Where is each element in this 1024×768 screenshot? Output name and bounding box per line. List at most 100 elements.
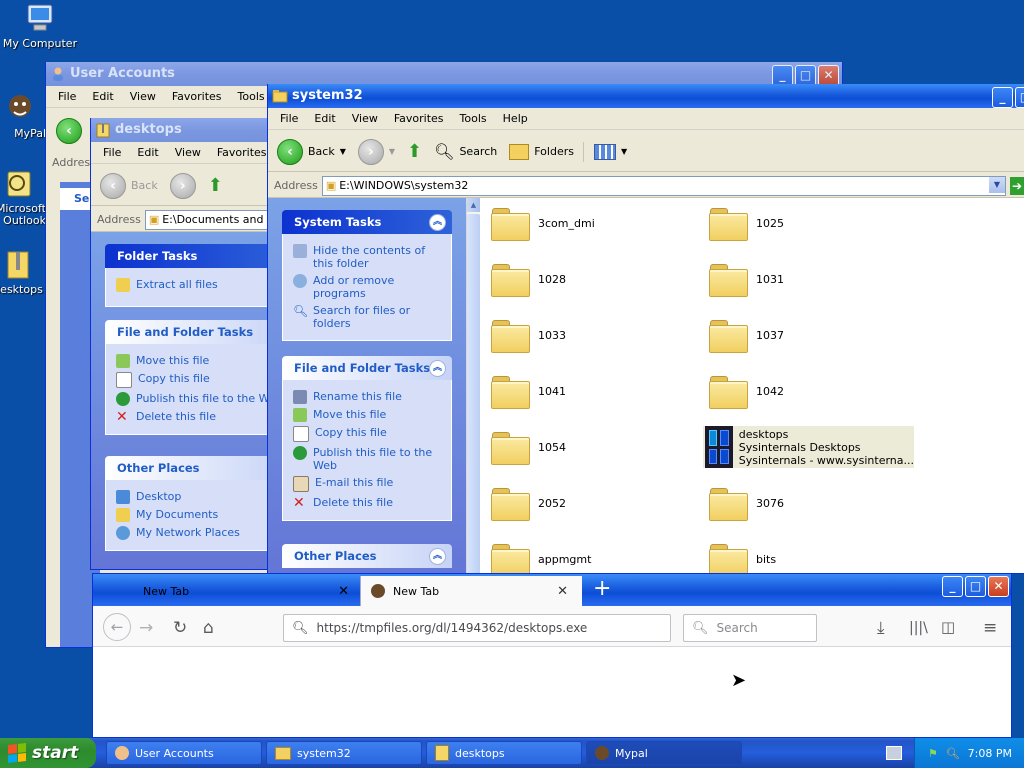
close-tab-icon[interactable]: ✕ bbox=[557, 584, 568, 599]
taskbar-item-desktops[interactable]: desktops bbox=[426, 741, 582, 765]
sidebar-icon[interactable]: ◫ bbox=[941, 618, 955, 636]
collapse-chevron-icon[interactable]: ︽ bbox=[429, 214, 446, 231]
extract-all-link[interactable]: Extract all files bbox=[116, 278, 280, 292]
minimize-button[interactable]: _ bbox=[992, 87, 1013, 108]
menu-edit[interactable]: Edit bbox=[84, 90, 121, 103]
minimize-button[interactable]: _ bbox=[772, 65, 793, 86]
list-item[interactable]: appmgmt bbox=[490, 542, 591, 573]
other-places-header[interactable]: Other Places bbox=[105, 456, 289, 480]
delete-file-link[interactable]: ✕ Delete this file bbox=[293, 496, 441, 510]
search-button[interactable]: 🔍︎ Search bbox=[431, 140, 500, 163]
move-file-link[interactable]: Move this file bbox=[293, 408, 441, 422]
up-folder-button[interactable]: ⬆ bbox=[404, 139, 425, 164]
list-item[interactable]: 3076 bbox=[708, 486, 784, 521]
up-folder-button[interactable]: ⬆ bbox=[205, 173, 226, 198]
collapse-chevron-icon[interactable]: ︽ bbox=[429, 548, 446, 565]
views-button[interactable]: ▼ bbox=[582, 141, 630, 162]
menu-file[interactable]: File bbox=[95, 146, 129, 159]
desktop-icon-desktops[interactable]: desktops bbox=[0, 248, 44, 296]
system-tasks-header[interactable]: System Tasks ︽ bbox=[282, 210, 452, 234]
url-bar[interactable]: 🔍︎ https://tmpfiles.org/dl/1494362/deskt… bbox=[283, 614, 671, 642]
user-accounts-titlebar[interactable]: User Accounts _ □ ✕ bbox=[46, 62, 842, 86]
file-tasks-header[interactable]: File and Folder Tasks bbox=[105, 320, 289, 344]
copy-file-link[interactable]: Copy this file bbox=[116, 372, 280, 388]
taskbar-item-user-accounts[interactable]: User Accounts bbox=[106, 741, 262, 765]
maximize-button[interactable]: □ bbox=[965, 576, 986, 597]
library-icon[interactable]: |||\ bbox=[909, 620, 928, 636]
publish-web-link[interactable]: Publish this file to the Web bbox=[293, 446, 441, 472]
tab-new-tab-1[interactable]: New Tab ✕ bbox=[103, 576, 359, 606]
search-files-link[interactable]: 🔍︎ Search for files or folders bbox=[293, 304, 441, 330]
search-tray-icon[interactable]: 🔍︎ bbox=[946, 747, 960, 760]
menu-favorites[interactable]: Favorites bbox=[209, 146, 275, 159]
menu-view[interactable]: View bbox=[122, 90, 164, 103]
menu-edit[interactable]: Edit bbox=[306, 112, 343, 125]
hide-contents-link[interactable]: Hide the contents of this folder bbox=[293, 244, 441, 270]
menu-tools[interactable]: Tools bbox=[452, 112, 495, 125]
minimize-button[interactable]: _ bbox=[942, 576, 963, 597]
back-arrow-icon[interactable]: ← bbox=[103, 613, 131, 641]
back-button[interactable]: ‹ Back bbox=[97, 171, 161, 201]
back-button[interactable]: ‹ bbox=[56, 118, 82, 144]
close-tab-icon[interactable]: ✕ bbox=[338, 584, 349, 599]
network-places-link[interactable]: My Network Places bbox=[116, 526, 280, 540]
close-button[interactable]: ✕ bbox=[988, 576, 1009, 597]
scroll-thumb[interactable] bbox=[467, 214, 480, 573]
back-button[interactable]: ‹ Back ▼ bbox=[274, 137, 349, 167]
move-file-link[interactable]: Move this file bbox=[116, 354, 280, 368]
taskbar-item-system32[interactable]: system32 bbox=[266, 741, 422, 765]
desktops-titlebar[interactable]: desktops bbox=[91, 118, 289, 142]
my-documents-link[interactable]: My Documents bbox=[116, 508, 280, 522]
task-pane-scrollbar[interactable]: ▲ bbox=[466, 198, 481, 573]
forward-button[interactable]: › bbox=[167, 171, 199, 201]
list-item[interactable]: 2052 bbox=[490, 486, 566, 521]
list-item[interactable]: 1037 bbox=[708, 318, 784, 353]
list-item[interactable]: 3com_dmi bbox=[490, 206, 595, 241]
keyboard-icon[interactable] bbox=[886, 746, 902, 760]
menu-view[interactable]: View bbox=[167, 146, 209, 159]
collapse-chevron-icon[interactable]: ︽ bbox=[429, 360, 446, 377]
list-item[interactable]: 1042 bbox=[708, 374, 784, 409]
folder-tasks-header[interactable]: Folder Tasks bbox=[105, 244, 289, 268]
home-icon[interactable]: ⌂ bbox=[203, 618, 214, 638]
list-item[interactable]: bits bbox=[708, 542, 776, 573]
menu-hamburger-icon[interactable]: ≡ bbox=[983, 618, 997, 638]
tab-new-tab-2[interactable]: New Tab ✕ bbox=[360, 576, 582, 606]
menu-file[interactable]: File bbox=[50, 90, 84, 103]
address-dropdown[interactable]: ▼ bbox=[989, 176, 1005, 193]
clock[interactable]: 7:08 PM bbox=[968, 747, 1012, 760]
list-item[interactable]: 1054 bbox=[490, 430, 566, 465]
new-tab-plus-icon[interactable]: + bbox=[593, 576, 611, 601]
other-places-header[interactable]: Other Places ︽ bbox=[282, 544, 452, 568]
maximize-button[interactable]: □ bbox=[795, 65, 816, 86]
desktop-icon-my-computer[interactable]: My Computer bbox=[0, 2, 80, 50]
desktop-icon-outlook[interactable]: Microsoft Outlook bbox=[0, 168, 46, 227]
list-item-selected[interactable]: desktops Sysinternals Desktops Sysintern… bbox=[703, 426, 914, 468]
download-icon[interactable]: ⤓ bbox=[877, 618, 885, 638]
menu-edit[interactable]: Edit bbox=[129, 146, 166, 159]
desktop-link[interactable]: Desktop bbox=[116, 490, 280, 504]
list-item[interactable]: 1031 bbox=[708, 262, 784, 297]
forward-button[interactable]: › ▼ bbox=[355, 137, 398, 167]
search-input[interactable]: 🔍︎ Search bbox=[683, 614, 817, 642]
menu-help[interactable]: Help bbox=[495, 112, 536, 125]
list-item[interactable]: 1033 bbox=[490, 318, 566, 353]
email-file-link[interactable]: E-mail this file bbox=[293, 476, 441, 492]
folders-button[interactable]: Folders bbox=[506, 142, 577, 162]
copy-file-link[interactable]: Copy this file bbox=[293, 426, 441, 442]
publish-web-link[interactable]: Publish this file to the Web bbox=[116, 392, 283, 406]
close-button[interactable]: ✕ bbox=[818, 65, 839, 86]
menu-favorites[interactable]: Favorites bbox=[386, 112, 452, 125]
menu-file[interactable]: File bbox=[272, 112, 306, 125]
scroll-up-arrow-icon[interactable]: ▲ bbox=[467, 198, 480, 212]
add-remove-programs-link[interactable]: Add or remove programs bbox=[293, 274, 441, 300]
system32-titlebar[interactable]: system32 _ □ bbox=[268, 84, 1024, 108]
forward-arrow-icon[interactable]: → bbox=[139, 618, 153, 638]
list-item[interactable]: 1025 bbox=[708, 206, 784, 241]
rename-file-link[interactable]: Rename this file bbox=[293, 390, 441, 404]
file-tasks-header[interactable]: File and Folder Tasks ︽ bbox=[282, 356, 452, 380]
taskbar-item-mypal[interactable]: Mypal bbox=[586, 741, 742, 765]
start-button[interactable]: start bbox=[0, 738, 96, 768]
reload-icon[interactable]: ↻ bbox=[173, 618, 187, 638]
address-field[interactable]: ▣ E:\WINDOWS\system32 ▼ bbox=[321, 175, 1006, 196]
